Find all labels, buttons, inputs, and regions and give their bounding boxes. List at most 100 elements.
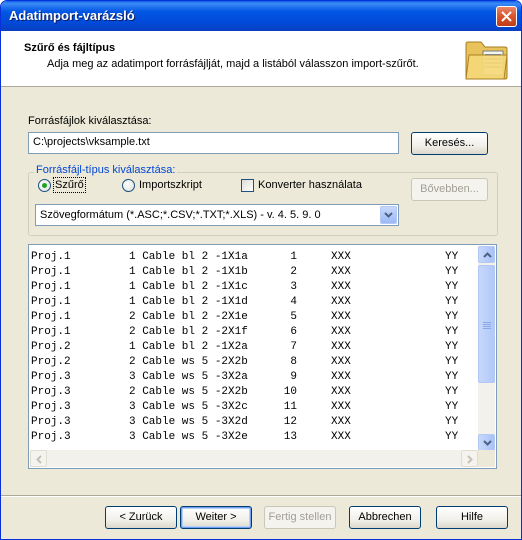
chevron-right-icon <box>467 455 473 464</box>
row-col-y: YY <box>445 251 459 263</box>
row-col-x: XXX <box>331 251 351 263</box>
list-row[interactable]: Proj.3 3 Cable ws 5 -3X2c 11 XXX YY <box>31 400 477 415</box>
scroll-right-button[interactable] <box>461 450 478 467</box>
row-col-y: YY <box>445 296 459 308</box>
vertical-scrollbar[interactable] <box>478 246 495 451</box>
row-cable: 3 Cable ws 5 -3X2d <box>129 416 248 428</box>
row-col-y: YY <box>445 311 459 323</box>
row-project: Proj.1 <box>31 296 71 308</box>
header-title: Szűrő és fájltípus <box>24 42 116 54</box>
next-button[interactable]: Weiter > <box>180 506 252 529</box>
scroll-up-button[interactable] <box>478 246 495 263</box>
filter-radio[interactable] <box>38 179 51 192</box>
wizard-header: Szűrő és fájltípus Adja meg az adatimpor… <box>1 31 521 87</box>
row-cable: 3 Cable ws 5 -3X2c <box>129 401 248 413</box>
row-col-y: YY <box>445 281 459 293</box>
chevron-down-icon <box>384 212 393 218</box>
dropdown-arrow-button[interactable] <box>380 206 397 224</box>
importscript-radio-label[interactable]: Importszkript <box>139 179 202 191</box>
row-col-y: YY <box>445 386 459 398</box>
row-cable: 1 Cable bl 2 -1X1a <box>129 251 248 263</box>
browse-button[interactable]: Keresés... <box>411 132 488 155</box>
scroll-left-button[interactable] <box>30 450 47 467</box>
footer-separator <box>1 495 521 497</box>
thumb-grip <box>483 324 491 325</box>
row-project: Proj.1 <box>31 326 71 338</box>
row-col-x: XXX <box>331 296 351 308</box>
row-col-y: YY <box>445 266 459 278</box>
title-bar[interactable]: Adatimport-varázsló <box>1 1 521 31</box>
row-number: 3 <box>290 281 297 293</box>
row-col-x: XXX <box>331 431 351 443</box>
row-col-x: XXX <box>331 281 351 293</box>
row-col-y: YY <box>445 356 459 368</box>
row-cable: 3 Cable ws 5 -3X2e <box>129 431 248 443</box>
row-project: Proj.1 <box>31 251 71 263</box>
importscript-radio[interactable] <box>122 179 135 192</box>
filetype-group-label: Forrásfájl-típus kiválasztása: <box>34 164 178 176</box>
list-row[interactable]: Proj.3 3 Cable ws 5 -3X2d 12 XXX YY <box>31 415 477 430</box>
row-col-y: YY <box>445 416 459 428</box>
list-row[interactable]: Proj.1 1 Cable bl 2 -1X1d 4 XXX YY <box>31 295 477 310</box>
filter-dropdown-value: Szövegformátum (*.ASC;*.CSV;*.TXT;*.XLS)… <box>40 209 321 221</box>
row-project: Proj.3 <box>31 371 71 383</box>
preview-listbox[interactable]: Proj.1 1 Cable bl 2 -1X1a 1 XXX YY Proj.1 1 Ca… <box>28 244 497 469</box>
chevron-left-icon <box>36 455 42 464</box>
row-col-x: XXX <box>331 416 351 428</box>
list-row[interactable]: Proj.1 2 Cable bl 2 -2X1e 5 XXX YY <box>31 310 477 325</box>
row-project: Proj.3 <box>31 416 71 428</box>
list-row[interactable]: Proj.1 1 Cable bl 2 -1X1b 2 XXX YY <box>31 265 477 280</box>
back-button[interactable]: < Zurück <box>105 506 177 529</box>
radio-selected-dot <box>42 183 47 188</box>
converter-checkbox[interactable] <box>241 179 254 192</box>
row-col-x: XXX <box>331 386 351 398</box>
list-row[interactable]: Proj.3 3 Cable ws 5 -3X2a 9 XXX YY <box>31 370 477 385</box>
row-cable: 1 Cable bl 2 -1X1d <box>129 296 248 308</box>
row-number: 10 <box>283 386 297 398</box>
list-row[interactable]: Proj.2 1 Cable bl 2 -1X2a 7 XXX YY <box>31 340 477 355</box>
row-cable: 2 Cable bl 2 -2X1e <box>129 311 248 323</box>
row-col-y: YY <box>445 341 459 353</box>
row-number: 6 <box>290 326 297 338</box>
row-project: Proj.3 <box>31 431 71 443</box>
scroll-down-button[interactable] <box>478 434 495 451</box>
row-col-x: XXX <box>331 266 351 278</box>
row-number: 11 <box>283 401 297 413</box>
list-row[interactable]: Proj.3 2 Cable ws 5 -2X2b 10 XXX YY <box>31 385 477 400</box>
row-cable: 1 Cable bl 2 -1X2a <box>129 341 248 353</box>
close-button[interactable] <box>496 6 517 27</box>
list-row[interactable]: Proj.1 1 Cable bl 2 -1X1a 1 XXX YY <box>31 250 477 265</box>
cancel-button[interactable]: Abbrechen <box>349 506 421 529</box>
row-project: Proj.2 <box>31 341 71 353</box>
finish-button[interactable]: Fertig stellen <box>264 506 336 529</box>
list-row[interactable]: Proj.2 2 Cable ws 5 -2X2b 8 XXX YY <box>31 355 477 370</box>
thumb-grip <box>483 322 491 323</box>
preview-rows: Proj.1 1 Cable bl 2 -1X1a 1 XXX YY Proj.1 1 Ca… <box>31 250 477 445</box>
row-number: 9 <box>290 371 297 383</box>
list-row[interactable]: Proj.3 3 Cable ws 5 -3X2e 13 XXX YY <box>31 430 477 445</box>
row-cable: 2 Cable bl 2 -2X1f <box>129 326 248 338</box>
converter-checkbox-label[interactable]: Konverter használata <box>258 179 362 191</box>
filter-dropdown[interactable]: Szövegformátum (*.ASC;*.CSV;*.TXT;*.XLS)… <box>35 204 399 226</box>
row-number: 1 <box>290 251 297 263</box>
row-col-y: YY <box>445 431 459 443</box>
chevron-down-icon <box>483 440 492 446</box>
window-title: Adatimport-varázsló <box>9 8 135 23</box>
scroll-thumb[interactable] <box>478 265 495 383</box>
list-row[interactable]: Proj.1 1 Cable bl 2 -1X1c 3 XXX YY <box>31 280 477 295</box>
more-button[interactable]: Bővebben... <box>411 178 488 201</box>
row-project: Proj.3 <box>31 386 71 398</box>
row-number: 5 <box>290 311 297 323</box>
thumb-grip <box>483 326 491 327</box>
row-col-y: YY <box>445 401 459 413</box>
filter-radio-label[interactable]: Szűrő <box>53 177 86 193</box>
row-number: 4 <box>290 296 297 308</box>
row-col-x: XXX <box>331 326 351 338</box>
list-row[interactable]: Proj.1 2 Cable bl 2 -2X1f 6 XXX YY <box>31 325 477 340</box>
folder-database-icon <box>465 41 508 80</box>
source-path-input[interactable]: C:\projects\vksample.txt <box>28 132 399 154</box>
horizontal-scrollbar[interactable] <box>30 450 478 467</box>
thumb-grip <box>483 328 491 329</box>
close-icon <box>501 11 512 22</box>
help-button[interactable]: Hilfe <box>436 506 508 529</box>
